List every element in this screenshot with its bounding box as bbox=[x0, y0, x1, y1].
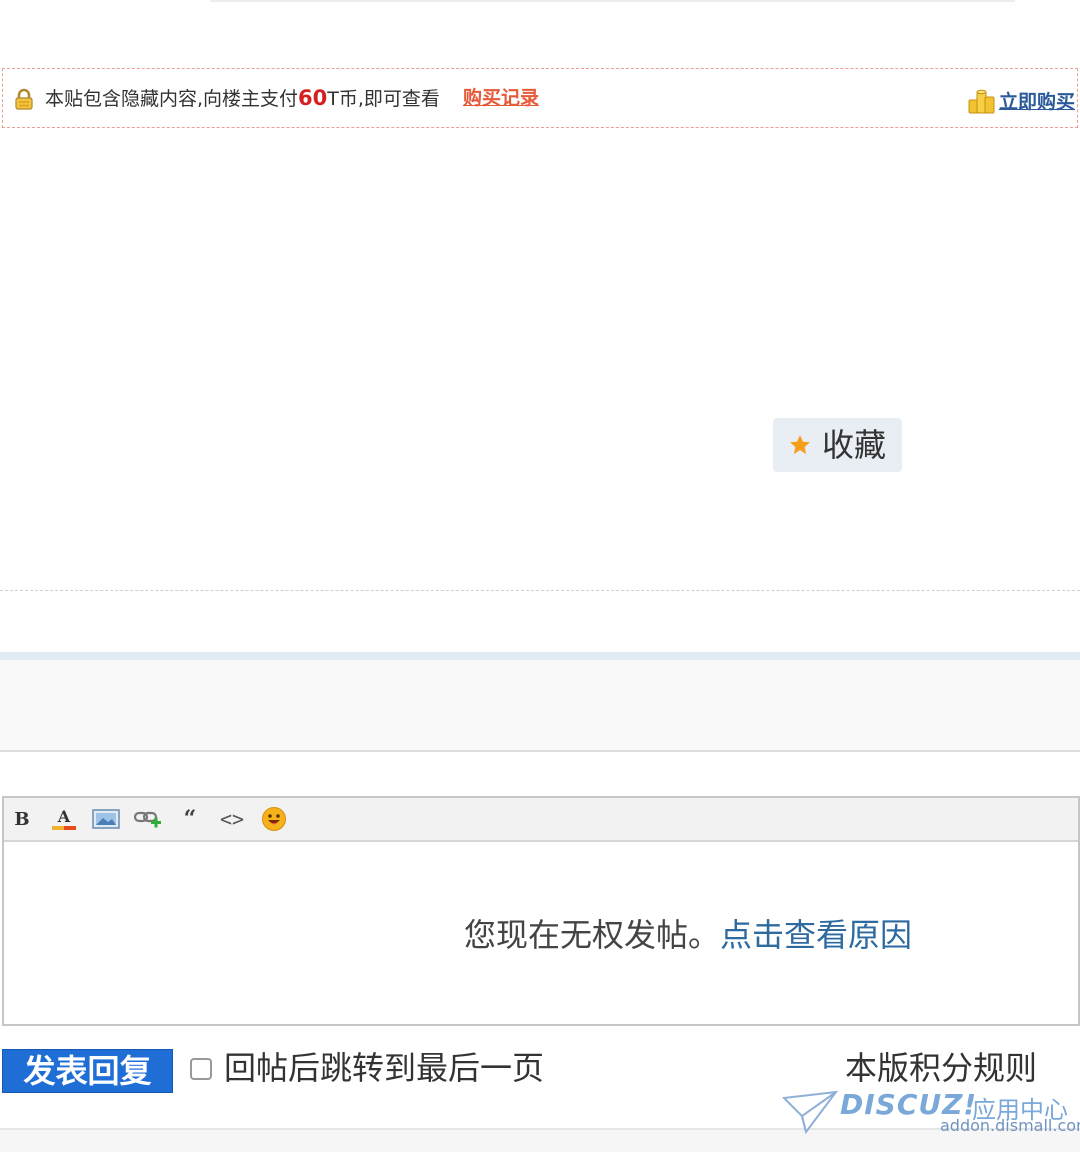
notice-text-after: T币,即可查看 bbox=[327, 88, 440, 110]
paper-plane-icon bbox=[781, 1090, 839, 1135]
quote-icon: “ bbox=[183, 806, 197, 832]
submit-reply-button[interactable]: 发表回复 bbox=[2, 1049, 173, 1093]
hidden-content-notice: 本贴包含隐藏内容,向楼主支付60T币,即可查看 购买记录 立即购买 bbox=[2, 68, 1078, 128]
insert-link-button[interactable] bbox=[132, 804, 164, 834]
price-value: 60 bbox=[298, 86, 328, 110]
jump-to-last-page-checkbox[interactable] bbox=[190, 1058, 212, 1080]
buy-record-link[interactable]: 购买记录 bbox=[463, 85, 539, 111]
bold-button[interactable]: B bbox=[6, 804, 38, 834]
coins-icon bbox=[968, 89, 995, 114]
code-button[interactable]: <> bbox=[216, 804, 248, 834]
credit-rules-link[interactable]: 本版积分规则 bbox=[845, 1046, 1037, 1090]
favorite-button[interactable]: 收藏 bbox=[773, 418, 902, 472]
star-icon bbox=[790, 435, 810, 454]
no-permission-message: 您现在无权发帖。点击查看原因 bbox=[464, 910, 912, 956]
reply-editor: B A “ <> 您现在无权发帖。点击查看原因 bbox=[2, 796, 1080, 1026]
editor-toolbar: B A “ <> bbox=[4, 798, 1078, 842]
bold-icon: B bbox=[14, 808, 30, 830]
post-divider bbox=[0, 590, 1080, 591]
discuz-watermark: DISCUZ! 应用中心 addon.dismall.com bbox=[780, 1088, 1080, 1144]
font-color-icon: A bbox=[52, 807, 76, 830]
section-band bbox=[0, 652, 1080, 660]
image-icon bbox=[92, 809, 120, 829]
top-divider bbox=[210, 0, 1015, 2]
insert-image-button[interactable] bbox=[90, 804, 122, 834]
emoji-button[interactable] bbox=[258, 804, 290, 834]
buy-now-label: 立即购买 bbox=[998, 90, 1075, 113]
font-color-glyph: A bbox=[57, 807, 71, 826]
quote-button[interactable]: “ bbox=[174, 804, 206, 834]
font-color-button[interactable]: A bbox=[48, 804, 80, 834]
lock-icon bbox=[15, 88, 33, 110]
jump-to-last-page-label[interactable]: 回帖后跳转到最后一页 bbox=[224, 1046, 544, 1090]
notice-text: 本贴包含隐藏内容,向楼主支付60T币,即可查看 bbox=[45, 85, 440, 112]
code-icon: <> bbox=[219, 807, 245, 831]
why-no-permission-link[interactable]: 点击查看原因 bbox=[720, 916, 912, 954]
link-icon bbox=[133, 811, 161, 828]
buy-now-button[interactable]: 立即购买 bbox=[967, 86, 1075, 114]
empty-panel bbox=[0, 660, 1080, 752]
emoji-icon bbox=[262, 807, 286, 831]
favorite-label: 收藏 bbox=[822, 426, 887, 464]
no-permission-text: 您现在无权发帖。 bbox=[464, 916, 721, 954]
notice-text-before: 本贴包含隐藏内容,向楼主支付 bbox=[45, 88, 299, 110]
watermark-url: addon.dismall.com bbox=[940, 1116, 1080, 1135]
